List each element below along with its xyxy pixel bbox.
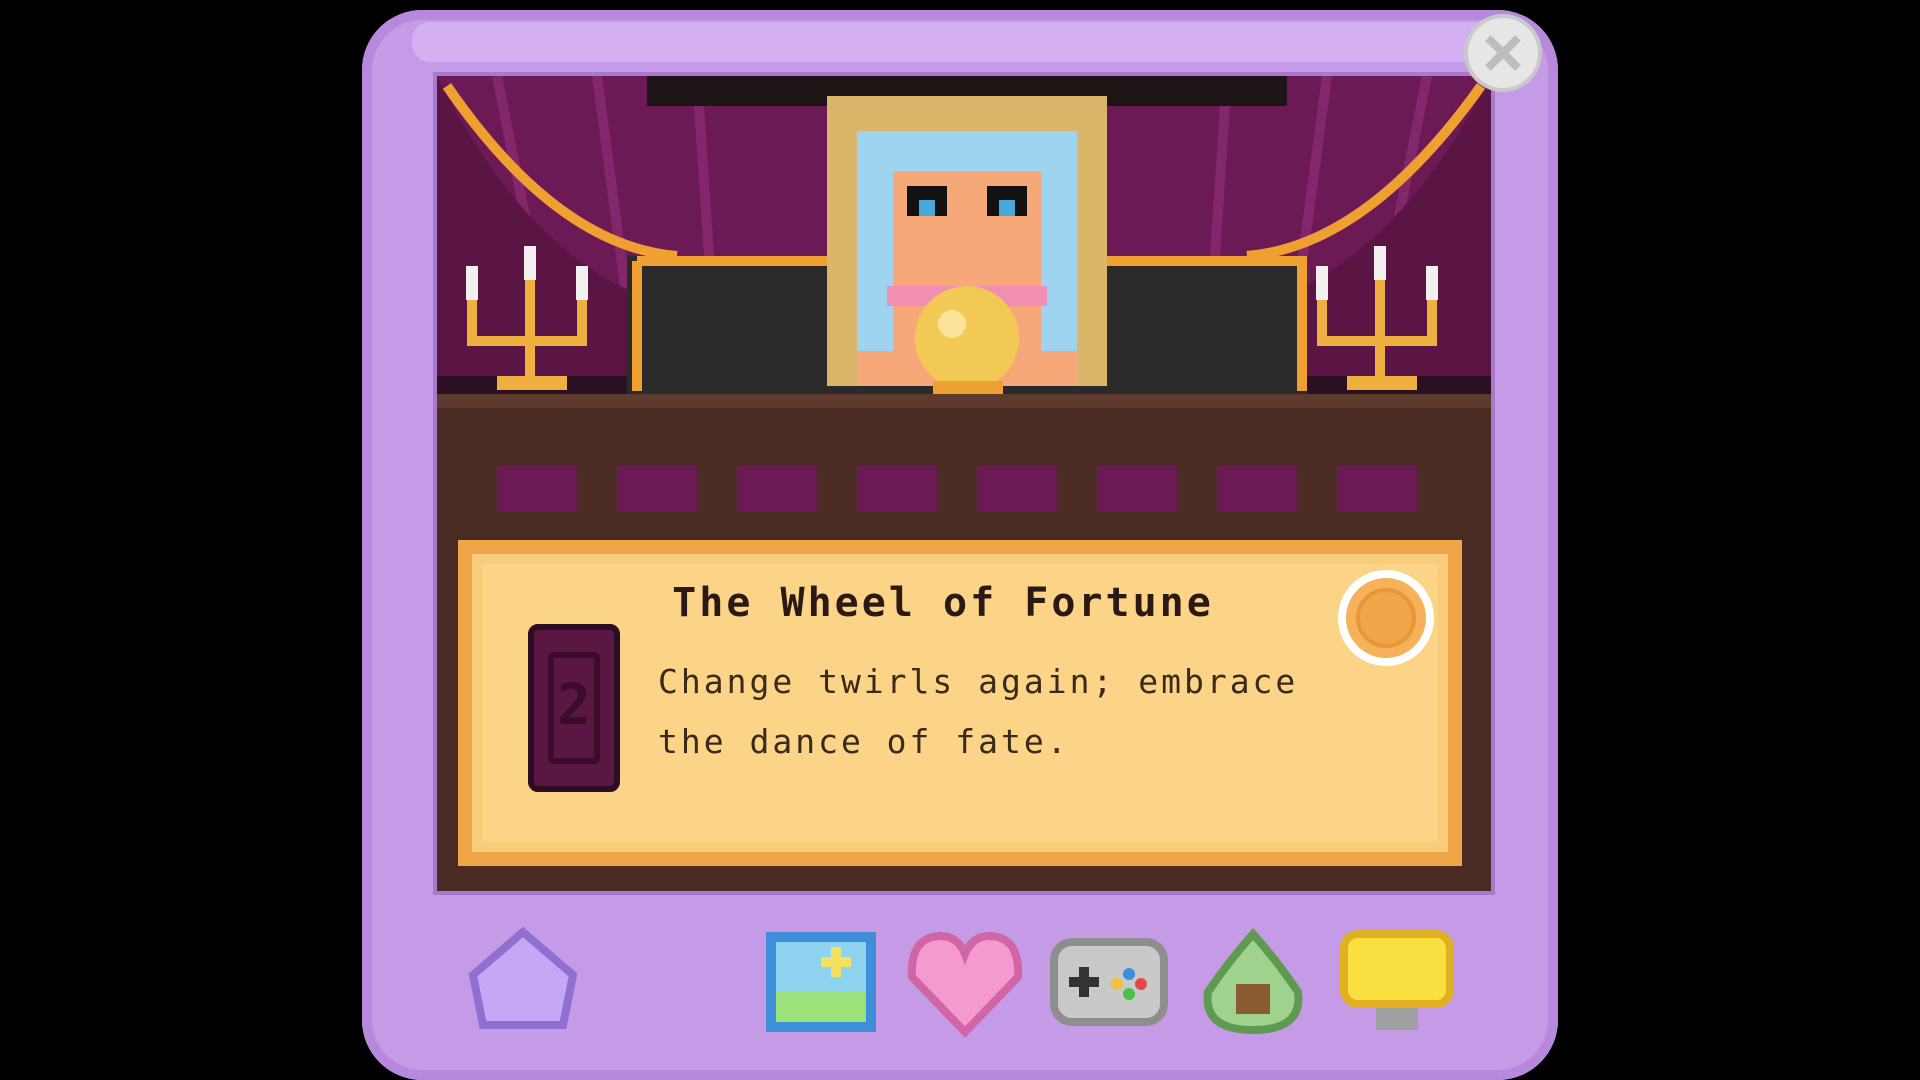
lightbulb-icon [1340, 930, 1454, 1030]
coin-icon [1356, 588, 1416, 648]
gallery-icon [766, 932, 876, 1032]
card-description: Change twirls again; embrace the dance o… [658, 662, 1299, 761]
gamepad-icon [1050, 938, 1168, 1026]
device-top-bezel [412, 22, 1508, 62]
close-button[interactable] [1464, 14, 1542, 92]
card-title: The Wheel of Fortune [672, 580, 1214, 626]
heart-icon [907, 931, 1023, 1038]
tarot-card-number: 2 [548, 652, 600, 764]
tarot-card-icon: 2 [528, 624, 620, 792]
tarot-card-panel: 2 The Wheel of Fortune Change twirls aga… [458, 540, 1462, 866]
gallery-button[interactable] [756, 922, 886, 1042]
heart-button[interactable] [900, 922, 1030, 1042]
close-icon [1485, 35, 1521, 71]
avocado-icon [1203, 927, 1303, 1035]
ideas-button[interactable] [1332, 922, 1462, 1042]
home-icon [468, 926, 578, 1029]
games-button[interactable] [1044, 922, 1174, 1042]
home-button[interactable] [458, 920, 588, 1040]
coin-button[interactable] [1338, 570, 1434, 666]
avocado-button[interactable] [1188, 922, 1318, 1042]
